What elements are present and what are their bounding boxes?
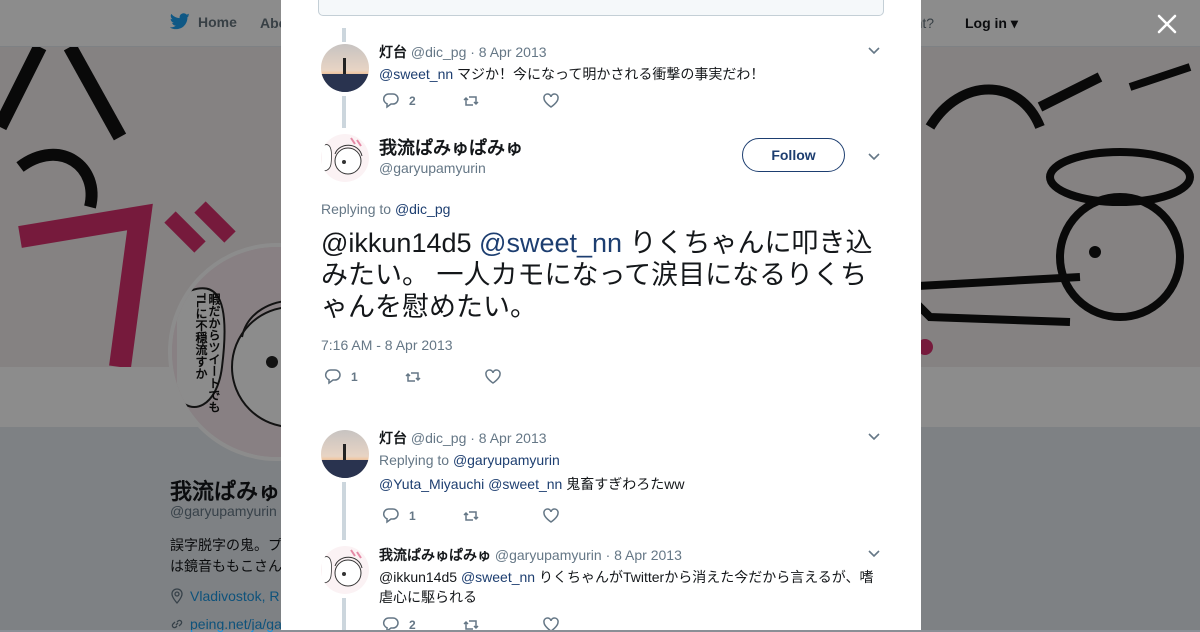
- reply-count: 2: [409, 94, 416, 108]
- tweet-date[interactable]: · 8 Apr 2013: [606, 547, 682, 563]
- avatar[interactable]: [321, 546, 369, 594]
- chevron-down-icon[interactable]: [867, 547, 881, 561]
- mention-link[interactable]: @sweet_nn: [479, 228, 622, 258]
- replying-to: Replying to @dic_pg: [321, 201, 450, 217]
- reply-count: 1: [409, 509, 416, 523]
- avatar[interactable]: [321, 134, 369, 182]
- tweet-author-handle[interactable]: @dic_pg: [411, 430, 466, 446]
- tweet-timestamp[interactable]: 7:16 AM - 8 Apr 2013: [321, 337, 453, 353]
- tweet-text: @sweet_nn マジか！今になって明かされる衝撃の事実だわ！: [379, 64, 883, 84]
- tweet-author-name[interactable]: 灯台: [379, 430, 407, 446]
- follow-button[interactable]: Follow: [742, 138, 845, 172]
- replying-to: Replying to @garyupamyurin: [379, 450, 883, 470]
- retweet-button[interactable]: [404, 368, 484, 386]
- mention-link[interactable]: @Yuta_Miyauchi: [379, 476, 484, 492]
- tweet-date[interactable]: · 8 Apr 2013: [470, 44, 546, 60]
- chevron-down-icon[interactable]: [867, 150, 881, 164]
- reply-button[interactable]: 1: [324, 368, 404, 386]
- chevron-down-icon[interactable]: [867, 44, 881, 58]
- tweet-header: 灯台 @dic_pg · 8 Apr 2013: [379, 42, 883, 62]
- reply-count: 1: [351, 370, 358, 384]
- tweet-text: @ikkun14d5 @sweet_nn りくちゃんがTwitterから消えた今…: [379, 567, 883, 607]
- tweet-author-name[interactable]: 我流ぱみゅぱみゅ: [379, 134, 523, 160]
- heart-icon: [543, 93, 559, 108]
- like-button[interactable]: [542, 507, 622, 525]
- reply-button[interactable]: 2: [382, 616, 462, 630]
- reply-icon: [382, 93, 399, 109]
- like-button[interactable]: [542, 616, 622, 630]
- reply-button[interactable]: 1: [382, 507, 462, 525]
- tweet-body: 鬼畜すぎわろたww: [562, 476, 685, 492]
- thread-line: [342, 598, 346, 630]
- mention-link[interactable]: @dic_pg: [395, 201, 450, 217]
- tweet: 灯台 @dic_pg · 8 Apr 2013 @sweet_nn マジか！今に…: [379, 42, 883, 84]
- reply-count: 2: [409, 618, 416, 630]
- tweet-text: @ikkun14d5 @sweet_nn りくちゃんに叩き込みたい。 一人カモに…: [321, 227, 876, 323]
- retweet-icon: [463, 620, 479, 630]
- reply-icon: [382, 617, 399, 630]
- mention-link[interactable]: @ikkun14d5: [321, 228, 472, 258]
- retweet-button[interactable]: [462, 507, 542, 525]
- retweet-button[interactable]: [462, 616, 542, 630]
- heart-icon: [543, 508, 559, 523]
- tweet-permalink-modal: 灯台 @dic_pg · 8 Apr 2013 @sweet_nn マジか！今に…: [281, 0, 921, 630]
- tweet-header: 我流ぱみゅぱみゅ @garyupamyurin · 8 Apr 2013: [379, 545, 883, 565]
- mention-link[interactable]: @sweet_nn: [379, 66, 453, 82]
- mention-link[interactable]: @garyupamyurin: [453, 452, 560, 468]
- tweet-author-name[interactable]: 灯台: [379, 44, 407, 60]
- heart-icon: [485, 369, 501, 384]
- retweet-button[interactable]: [462, 92, 542, 110]
- tweet-date[interactable]: · 8 Apr 2013: [470, 430, 546, 446]
- mention-link[interactable]: @sweet_nn: [461, 569, 535, 585]
- tweet-body: マジか！今になって明かされる衝撃の事実だわ！: [453, 66, 765, 82]
- tweet-text: @Yuta_Miyauchi @sweet_nn 鬼畜すぎわろたww: [379, 474, 883, 494]
- replying-to-prefix: Replying to: [379, 452, 453, 468]
- tweet-actions: 2: [382, 616, 622, 630]
- retweet-icon: [463, 96, 479, 106]
- close-icon[interactable]: [1156, 13, 1178, 35]
- replying-to-prefix: Replying to: [321, 201, 395, 217]
- tweet-actions: 1: [382, 507, 622, 525]
- retweet-icon: [463, 511, 479, 521]
- thread-line: [342, 482, 346, 540]
- avatar[interactable]: [321, 430, 369, 478]
- tweet-actions: 1: [324, 368, 564, 386]
- reply-button[interactable]: 2: [382, 92, 462, 110]
- tweet: 灯台 @dic_pg · 8 Apr 2013 Replying to @gar…: [379, 428, 883, 494]
- like-button[interactable]: [484, 368, 564, 386]
- mention-link[interactable]: @sweet_nn: [488, 476, 562, 492]
- retweet-icon: [405, 372, 421, 382]
- avatar[interactable]: [321, 44, 369, 92]
- tweet-author-handle[interactable]: @garyupamyurin: [379, 160, 486, 176]
- thread-line: [342, 96, 346, 128]
- tweet-actions: 2: [382, 92, 622, 110]
- reply-box-edge: [318, 0, 884, 16]
- mention-link[interactable]: @ikkun14d5: [379, 569, 457, 585]
- tweet: 我流ぱみゅぱみゅ @garyupamyurin · 8 Apr 2013 @ik…: [379, 545, 883, 607]
- chevron-down-icon[interactable]: [867, 430, 881, 444]
- thread-line: [342, 28, 346, 42]
- heart-icon: [543, 617, 559, 630]
- reply-icon: [324, 369, 341, 385]
- tweet-author-handle[interactable]: @dic_pg: [411, 44, 466, 60]
- tweet-author-name[interactable]: 我流ぱみゅぱみゅ: [379, 547, 491, 563]
- like-button[interactable]: [542, 92, 622, 110]
- tweet-header: 灯台 @dic_pg · 8 Apr 2013: [379, 428, 883, 448]
- tweet-author-handle[interactable]: @garyupamyurin: [495, 547, 602, 563]
- reply-icon: [382, 508, 399, 524]
